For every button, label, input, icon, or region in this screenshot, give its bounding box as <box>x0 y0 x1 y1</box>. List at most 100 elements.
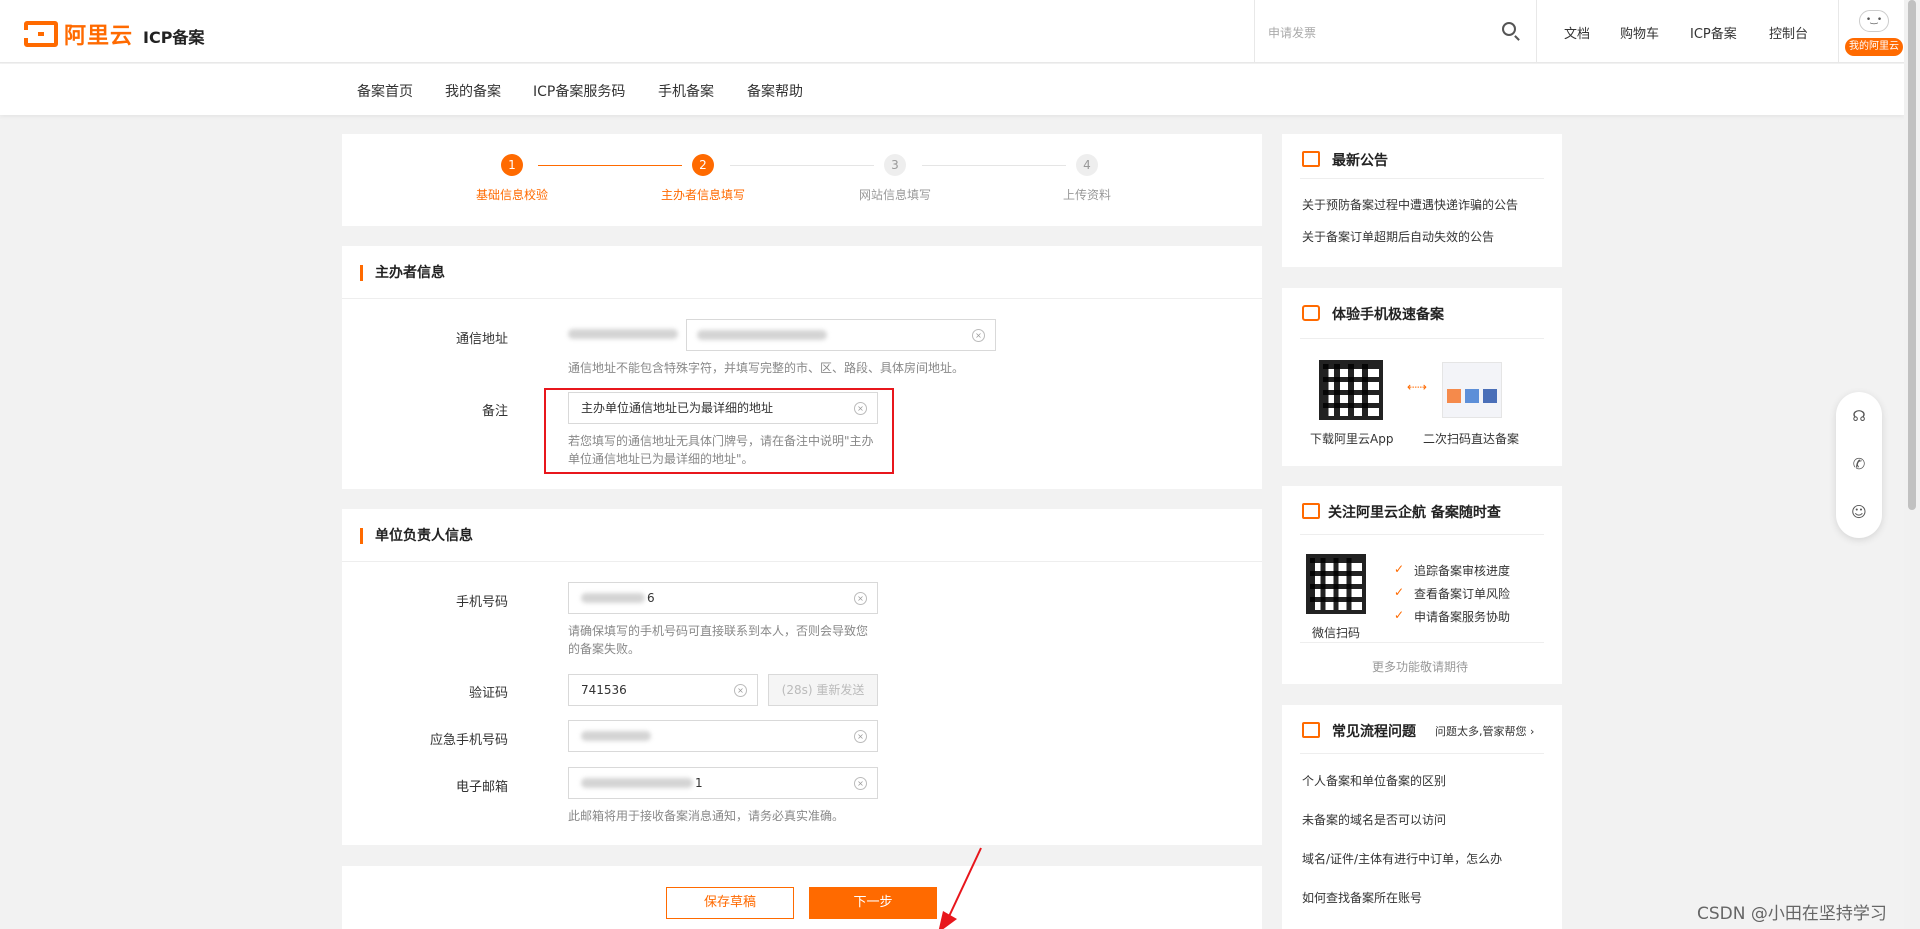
code-value: 741536 <box>581 683 627 697</box>
phone-value-tail: 6 <box>647 591 655 605</box>
steps-panel: 1 2 3 4 基础信息校验 主办者信息填写 网站信息填写 上传资料 <box>342 134 1262 226</box>
code-label: 验证码 <box>468 686 508 701</box>
clear-icon[interactable]: × <box>734 684 747 697</box>
subnav-mobile[interactable]: 手机备案 <box>658 81 714 101</box>
faq-item[interactable]: 未备案的域名是否可以访问 <box>1302 811 1446 828</box>
logo-icon <box>20 21 58 47</box>
clear-icon[interactable]: × <box>854 777 867 790</box>
step-3-circle: 3 <box>884 154 906 176</box>
search-placeholder: 申请发票 <box>1268 26 1317 40</box>
emergency-phone-input[interactable]: × <box>568 720 878 752</box>
wechat-scan-label: 微信扫码 <box>1312 626 1361 640</box>
section-divider <box>342 561 1262 562</box>
nav-console[interactable]: 控制台 <box>1769 23 1808 42</box>
subnav-my-filings[interactable]: 我的备案 <box>445 81 501 101</box>
watermark: CSDN @小田在坚持学习 <box>1697 904 1887 924</box>
section-divider <box>342 298 1262 299</box>
action-bar: 保存草稿 下一步 <box>342 866 1262 929</box>
faq-more-text: 问题太多,管家帮您 <box>1435 725 1527 738</box>
chat-bot-icon[interactable]: ☺ <box>1850 503 1868 521</box>
aliyun-logo[interactable]: 阿里云 <box>20 18 133 50</box>
nav-icp[interactable]: ICP备案 <box>1690 23 1737 42</box>
page-scrollbar[interactable] <box>1904 0 1920 929</box>
clear-icon[interactable]: × <box>854 730 867 743</box>
email-hint: 此邮箱将用于接收备案消息通知，请务必真实准确。 <box>568 809 845 823</box>
clear-icon[interactable]: × <box>854 592 867 605</box>
divider <box>1300 534 1544 535</box>
resend-code-button[interactable]: (28s) 重新发送 <box>768 674 878 706</box>
avatar[interactable]: • ͜ • <box>1859 10 1889 32</box>
top-header: 阿里云 ICP备案 申请发票 文档 购物车 ICP备案 控制台 • ͜ • 我的… <box>0 0 1904 63</box>
check-icon: ✓ <box>1394 585 1405 599</box>
divider <box>1300 178 1544 179</box>
check-icon: ✓ <box>1394 608 1405 622</box>
phone-hint-line1: 请确保填写的手机号码可直接联系到本人，否则会导致您 <box>568 624 869 638</box>
save-draft-button[interactable]: 保存草稿 <box>666 887 794 919</box>
faq-item[interactable]: 域名/证件/主体有进行中订单，怎么办 <box>1302 850 1502 867</box>
announcement-link[interactable]: 关于备案订单超期后自动失效的公告 <box>1302 228 1494 245</box>
phone-value-blurred <box>581 593 645 603</box>
step-line-2 <box>730 165 874 166</box>
announcement-link[interactable]: 关于预防备案过程中遭遇快递诈骗的公告 <box>1302 196 1518 213</box>
phone-icon[interactable]: ✆ <box>1850 455 1868 473</box>
nav-cart[interactable]: 购物车 <box>1620 23 1659 42</box>
address-province-blurred <box>568 329 678 339</box>
faq-item[interactable]: 如何查找备案所在账号 <box>1302 889 1422 906</box>
preview-tile <box>1447 389 1461 403</box>
scan-filing-label: 二次扫码直达备案 <box>1423 432 1520 446</box>
red-arrow-annotation <box>938 847 982 929</box>
nav-docs[interactable]: 文档 <box>1564 23 1590 42</box>
sponsor-info-panel: 主办者信息 通信地址 × 通信地址不能包含特殊字符，并填写完整的市、区、路段、具… <box>342 246 1262 489</box>
more-features-label: 更多功能敬请期待 <box>1372 660 1469 674</box>
email-input[interactable]: 1 × <box>568 767 878 799</box>
subnav-help[interactable]: 备案帮助 <box>747 81 803 101</box>
step-1-circle: 1 <box>501 154 523 176</box>
preview-tile <box>1465 389 1479 403</box>
arrows-icon: ⇠⇢ <box>1407 380 1428 394</box>
scrollbar-thumb[interactable] <box>1908 0 1916 510</box>
feature-item: 追踪备案审核进度 <box>1414 564 1511 578</box>
faq-item[interactable]: 个人备案和单位备案的区别 <box>1302 772 1446 789</box>
wechat-qr-code <box>1306 554 1366 614</box>
check-icon: ✓ <box>1394 562 1405 576</box>
faq-icon <box>1302 722 1320 738</box>
announcements-panel: 最新公告 关于预防备案过程中遭遇快递诈骗的公告 关于备案订单超期后自动失效的公告 <box>1282 134 1562 267</box>
divider <box>1300 642 1544 643</box>
emergency-phone-label: 应急手机号码 <box>429 733 508 748</box>
product-name: ICP备案 <box>143 28 205 47</box>
headset-icon[interactable]: ☊ <box>1850 407 1868 425</box>
step-2-circle: 2 <box>692 154 714 176</box>
announcements-title: 最新公告 <box>1332 153 1388 169</box>
app-download-qr-code <box>1319 360 1383 420</box>
phone-screen-preview <box>1442 362 1502 418</box>
mobile-icon <box>1302 305 1320 321</box>
remark-label: 备注 <box>481 404 508 419</box>
owner-info-panel: 单位负责人信息 手机号码 6 × 请确保填写的手机号码可直接联系到本人，否则会导… <box>342 509 1262 845</box>
sponsor-section-title: 主办者信息 <box>360 265 445 281</box>
faq-more-link[interactable]: 问题太多,管家帮您 › <box>1435 723 1534 739</box>
preview-tile <box>1483 389 1497 403</box>
email-value-tail: 1 <box>695 776 703 790</box>
my-aliyun-badge[interactable]: 我的阿里云 <box>1845 38 1903 56</box>
emergency-value-blurred <box>581 731 651 741</box>
remark-highlight-box <box>544 388 894 474</box>
clear-icon[interactable]: × <box>972 329 985 342</box>
phone-hint-line2: 的备案失败。 <box>568 642 641 656</box>
address-input[interactable]: × <box>686 319 996 351</box>
phone-input[interactable]: 6 × <box>568 582 878 614</box>
subnav-home[interactable]: 备案首页 <box>357 81 413 101</box>
step-2-label: 主办者信息填写 <box>660 188 745 202</box>
search-input[interactable]: 申请发票 <box>1254 0 1537 63</box>
verification-code-input[interactable]: 741536 × <box>568 674 758 706</box>
step-1-label: 基础信息校验 <box>475 188 548 202</box>
email-value-blurred <box>581 778 693 788</box>
subnav-service-code[interactable]: ICP备案服务码 <box>533 81 625 101</box>
user-menu[interactable]: • ͜ • 我的阿里云 <box>1838 0 1904 63</box>
faq-title: 常见流程问题 <box>1332 724 1416 740</box>
floating-toolbar: ☊ ✆ ☺ <box>1836 392 1882 538</box>
step-4-label: 上传资料 <box>1062 188 1111 202</box>
search-icon[interactable] <box>1502 22 1516 36</box>
owner-section-title: 单位负责人信息 <box>360 528 473 544</box>
step-line-3 <box>922 165 1066 166</box>
next-step-button[interactable]: 下一步 <box>809 887 937 919</box>
